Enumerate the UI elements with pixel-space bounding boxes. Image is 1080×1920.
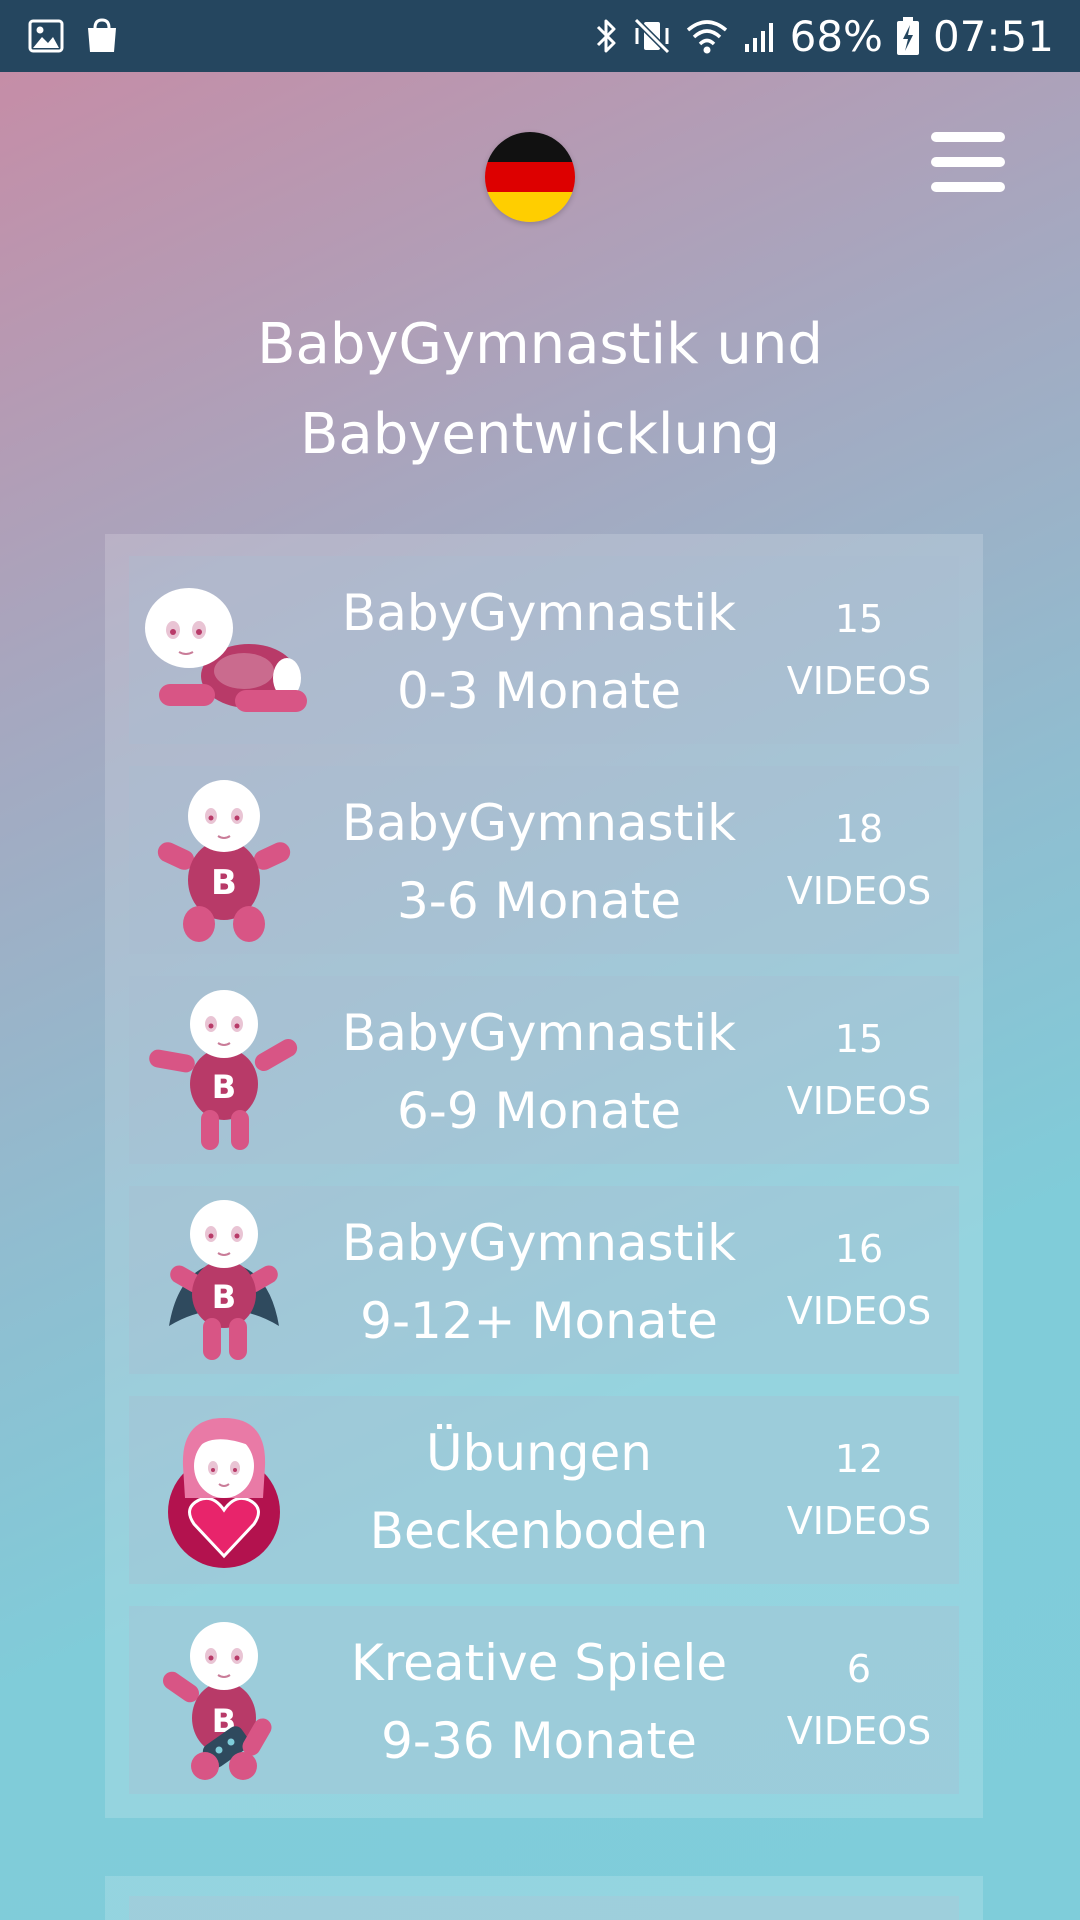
course-card[interactable]: B Kreative Spiele 9-36 Monate 6 VIDEOS <box>129 1606 959 1794</box>
video-count-unit: VIDEOS <box>786 659 932 703</box>
course-title-line1: BabyGymnastik <box>341 1004 737 1062</box>
course-title-line2: 9-36 Monate <box>381 1712 697 1770</box>
battery-percentage: 68% <box>789 11 883 61</box>
video-count-number: 12 <box>834 1437 884 1481</box>
course-card[interactable]: Übungen Beckenboden 12 VIDEOS <box>129 1396 959 1584</box>
course-title-line2: 0-3 Monate <box>397 662 681 720</box>
video-count: 16 VIDEOS <box>769 1218 949 1342</box>
next-section-card[interactable] <box>129 1896 959 1920</box>
bluetooth-icon <box>594 16 620 56</box>
svg-text:B: B <box>212 1278 236 1316</box>
course-title-line1: BabyGymnastik <box>341 1214 737 1272</box>
course-title-line2: 3-6 Monate <box>397 872 681 930</box>
course-card[interactable]: B BabyGymnastik 3-6 Monate 18 VIDEOS <box>129 766 959 954</box>
course-title: Übungen Beckenboden <box>329 1414 749 1570</box>
video-count-number: 15 <box>834 1017 884 1061</box>
course-title-line2: Beckenboden <box>369 1502 709 1560</box>
shopping-bag-icon <box>84 17 120 55</box>
course-title: BabyGymnastik 3-6 Monate <box>329 784 749 940</box>
next-section-panel <box>105 1876 983 1920</box>
gallery-icon <box>28 19 64 53</box>
video-count-number: 15 <box>834 597 884 641</box>
course-title-line2: 6-9 Monate <box>397 1082 681 1140</box>
video-count-number: 16 <box>834 1227 884 1271</box>
page-title-line1: BabyGymnastik und <box>257 312 823 377</box>
page-title: BabyGymnastik und Babyentwicklung <box>140 300 940 480</box>
course-title-line1: Übungen <box>426 1424 652 1482</box>
video-count-unit: VIDEOS <box>786 1499 932 1543</box>
course-title: BabyGymnastik 6-9 Monate <box>329 994 749 1150</box>
video-count-unit: VIDEOS <box>786 869 932 913</box>
page-title-line2: Babyentwicklung <box>300 402 780 467</box>
language-selector-button[interactable] <box>485 132 575 222</box>
course-title: BabyGymnastik 0-3 Monate <box>329 574 749 730</box>
course-card[interactable]: BabyGymnastik 0-3 Monate 15 VIDEOS <box>129 556 959 744</box>
crawling-baby-icon <box>139 566 309 734</box>
course-title: Kreative Spiele 9-36 Monate <box>329 1624 749 1780</box>
mother-heart-icon <box>139 1406 309 1574</box>
video-count-number: 18 <box>834 807 884 851</box>
course-title-line1: BabyGymnastik <box>341 584 737 642</box>
course-list: BabyGymnastik 0-3 Monate 15 VIDEOS B Bab… <box>105 534 983 1818</box>
video-count-unit: VIDEOS <box>786 1709 932 1753</box>
video-count: 15 VIDEOS <box>769 1008 949 1132</box>
course-title-line1: Kreative Spiele <box>350 1634 728 1692</box>
baby-with-toy-icon: B <box>139 1616 309 1784</box>
course-title-line2: 9-12+ Monate <box>360 1292 718 1350</box>
video-count-unit: VIDEOS <box>786 1079 932 1123</box>
svg-text:B: B <box>211 863 237 903</box>
standing-baby-icon: B <box>139 986 309 1154</box>
menu-button[interactable] <box>928 130 1008 194</box>
video-count-unit: VIDEOS <box>786 1289 932 1333</box>
sitting-baby-icon: B <box>139 776 309 944</box>
course-card[interactable]: B BabyGymnastik 9-12+ Monate 16 VIDEOS <box>129 1186 959 1374</box>
video-count: 15 VIDEOS <box>769 588 949 712</box>
video-count-number: 6 <box>846 1647 872 1691</box>
clock: 07:51 <box>932 11 1054 61</box>
caped-baby-icon: B <box>139 1196 309 1364</box>
battery-charging-icon <box>895 15 921 57</box>
course-title: BabyGymnastik 9-12+ Monate <box>329 1204 749 1360</box>
vibrate-mute-icon <box>632 16 672 56</box>
course-title-line1: BabyGymnastik <box>341 794 737 852</box>
video-count: 12 VIDEOS <box>769 1428 949 1552</box>
video-count: 6 VIDEOS <box>769 1638 949 1762</box>
signal-icon <box>742 16 778 56</box>
status-bar: 68% 07:51 <box>0 0 1080 72</box>
germany-flag-icon <box>485 132 575 222</box>
course-card[interactable]: B BabyGymnastik 6-9 Monate 15 VIDEOS <box>129 976 959 1164</box>
video-count: 18 VIDEOS <box>769 798 949 922</box>
wifi-icon <box>684 16 730 56</box>
svg-text:B: B <box>212 1068 236 1106</box>
